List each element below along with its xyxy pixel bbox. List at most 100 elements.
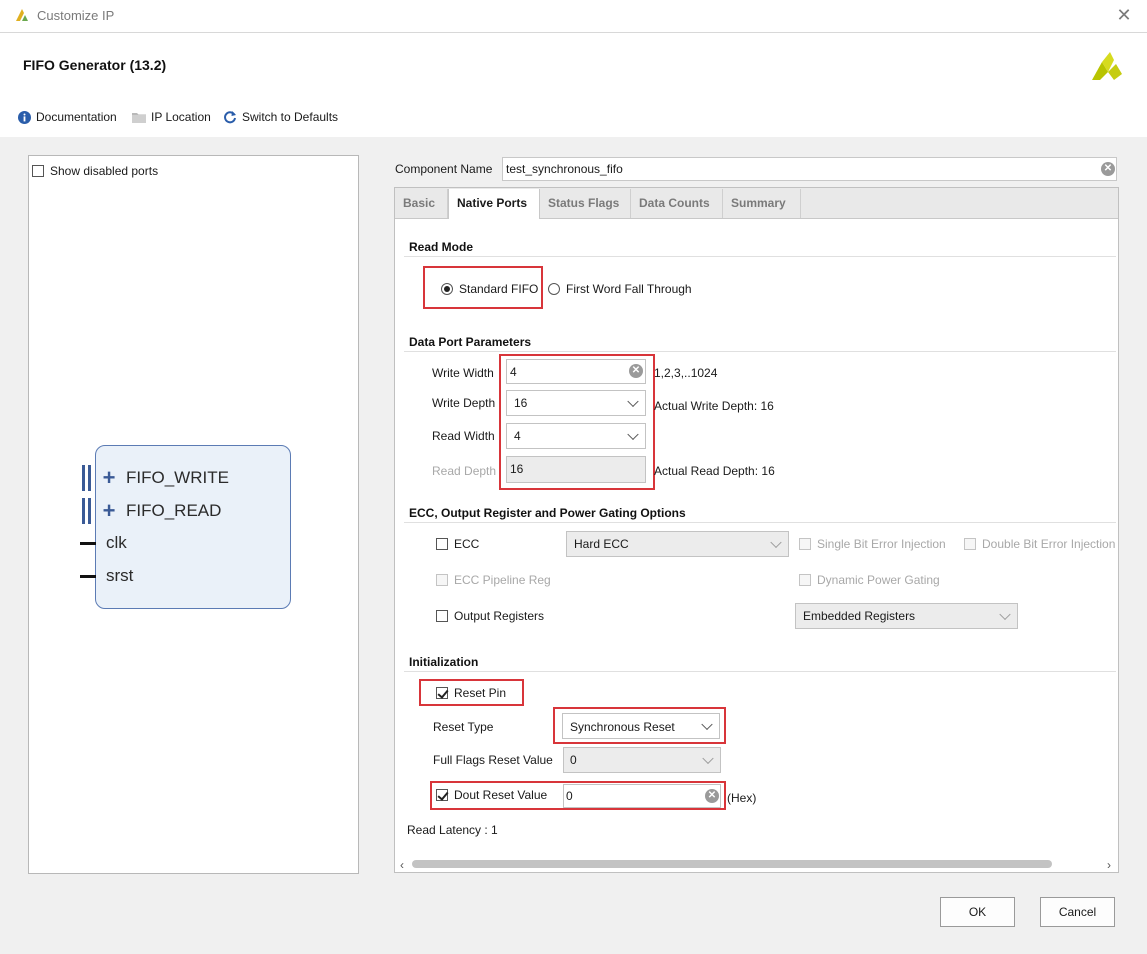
dout-reset-value-checkbox[interactable]: Dout Reset Value: [436, 788, 547, 802]
ecc-title: ECC, Output Register and Power Gating Op…: [409, 506, 686, 520]
port-fifo-read[interactable]: + FIFO_READ: [80, 498, 221, 524]
write-depth-label: Write Depth: [432, 396, 496, 410]
ecc-box[interactable]: [436, 538, 448, 550]
ok-button[interactable]: OK: [940, 897, 1015, 927]
ip-location-button[interactable]: IP Location: [132, 109, 211, 125]
clear-icon[interactable]: ✕: [1101, 162, 1115, 176]
documentation-button[interactable]: Documentation: [18, 109, 117, 125]
reset-type-value: Synchronous Reset: [570, 720, 675, 734]
documentation-label: Documentation: [36, 110, 117, 124]
show-disabled-ports-label: Show disabled ports: [50, 164, 159, 178]
info-icon: [18, 110, 31, 124]
double-bit-box: [964, 538, 976, 550]
initialization-title: Initialization: [409, 655, 479, 669]
single-bit-error-checkbox: Single Bit Error Injection: [799, 537, 946, 551]
read-depth-label: Read Depth: [432, 464, 497, 478]
write-depth-value: 16: [514, 396, 528, 410]
read-width-label: Read Width: [432, 429, 495, 443]
ecc-pipeline-label: ECC Pipeline Reg: [454, 573, 551, 587]
ecc-pipeline-box: [436, 574, 448, 586]
port-label: srst: [106, 566, 134, 585]
standard-fifo-radio[interactable]: Standard FIFO: [441, 282, 538, 296]
switch-to-defaults-button[interactable]: Switch to Defaults: [223, 109, 338, 125]
divider: [404, 351, 1116, 352]
read-depth-value: 16: [510, 462, 524, 476]
ecc-type-value: Hard ECC: [574, 537, 629, 551]
double-bit-label: Double Bit Error Injection: [982, 537, 1116, 551]
radio-button[interactable]: [548, 283, 560, 295]
reset-type-label: Reset Type: [433, 720, 494, 734]
single-bit-label: Single Bit Error Injection: [817, 537, 946, 551]
fwft-label: First Word Fall Through: [566, 282, 692, 296]
write-width-value[interactable]: 4: [510, 365, 517, 379]
chevron-down-icon: [701, 718, 713, 731]
ecc-pipeline-reg-checkbox: ECC Pipeline Reg: [436, 573, 551, 587]
full-flags-reset-label: Full Flags Reset Value: [433, 753, 553, 767]
dout-reset-value-field[interactable]: [563, 784, 721, 808]
refresh-icon: [224, 111, 236, 124]
reset-pin-checkbox[interactable]: Reset Pin: [436, 686, 506, 700]
double-bit-error-checkbox: Double Bit Error Injection: [964, 537, 1116, 551]
full-flags-reset-value: 0: [570, 753, 577, 767]
single-bit-box: [799, 538, 811, 550]
port-srst: srst: [80, 563, 133, 589]
read-latency: Read Latency : 1: [407, 823, 498, 837]
data-port-title: Data Port Parameters: [409, 335, 532, 349]
reset-pin-label: Reset Pin: [454, 686, 507, 700]
output-registers-checkbox[interactable]: Output Registers: [436, 609, 544, 623]
output-register-type-value: Embedded Registers: [803, 609, 916, 623]
xilinx-logo: [1092, 52, 1122, 80]
ecc-checkbox[interactable]: ECC: [436, 537, 479, 551]
port-fifo-write[interactable]: + FIFO_WRITE: [80, 465, 229, 491]
close-icon[interactable]: ✕: [1114, 4, 1134, 26]
read-width-value: 4: [514, 429, 521, 443]
read-width-select[interactable]: [506, 423, 646, 449]
tab-status-flags[interactable]: Status Flags: [540, 189, 631, 218]
output-registers-label: Output Registers: [454, 609, 545, 623]
tab-native-ports[interactable]: Native Ports: [448, 189, 540, 219]
dynamic-power-box: [799, 574, 811, 586]
cancel-button[interactable]: Cancel: [1040, 897, 1115, 927]
radio-button[interactable]: [441, 283, 453, 295]
clear-icon[interactable]: ✕: [705, 789, 719, 803]
clear-icon[interactable]: ✕: [629, 364, 643, 378]
port-wire: [80, 574, 96, 578]
actual-write-depth: Actual Write Depth: 16: [654, 399, 774, 413]
scroll-left-icon[interactable]: ‹: [400, 858, 404, 872]
write-width-label: Write Width: [432, 366, 494, 380]
dynamic-power-gating-checkbox: Dynamic Power Gating: [799, 573, 940, 587]
first-word-fall-through-radio[interactable]: First Word Fall Through: [548, 282, 692, 296]
port-clk: clk: [80, 530, 127, 556]
switch-to-defaults-label: Switch to Defaults: [242, 110, 339, 124]
tab-basic[interactable]: Basic: [395, 189, 448, 218]
expand-plus-icon[interactable]: +: [98, 467, 120, 489]
divider: [404, 256, 1116, 257]
bus-bars-icon: [80, 465, 92, 491]
reset-pin-box[interactable]: [436, 687, 448, 699]
dynamic-power-label: Dynamic Power Gating: [817, 573, 940, 587]
component-name-value[interactable]: test_synchronous_fifo: [506, 162, 623, 176]
expand-plus-icon[interactable]: +: [98, 500, 120, 522]
chevron-down-icon: [770, 536, 782, 549]
read-mode-title: Read Mode: [409, 240, 474, 254]
dout-reset-box[interactable]: [436, 789, 448, 801]
output-registers-box[interactable]: [436, 610, 448, 622]
tab-data-counts[interactable]: Data Counts: [631, 189, 723, 218]
scroll-right-icon[interactable]: ›: [1107, 858, 1111, 872]
component-name-label: Component Name: [395, 162, 493, 176]
full-flags-reset-select: [563, 747, 721, 773]
header: [0, 33, 1147, 97]
vivado-app-icon: [16, 9, 28, 21]
chevron-down-icon: [999, 608, 1011, 621]
tab-summary[interactable]: Summary: [723, 189, 801, 218]
port-label: FIFO_WRITE: [126, 468, 229, 487]
dout-reset-value[interactable]: 0: [566, 789, 573, 803]
chevron-down-icon: [627, 395, 639, 408]
show-disabled-ports-box[interactable]: [32, 165, 44, 177]
folder-icon: [132, 113, 146, 123]
port-label: clk: [106, 533, 127, 552]
write-width-field[interactable]: [506, 359, 646, 384]
divider: [404, 671, 1116, 672]
scrollbar-thumb[interactable]: [412, 860, 1052, 868]
show-disabled-ports-checkbox[interactable]: Show disabled ports: [32, 164, 158, 178]
